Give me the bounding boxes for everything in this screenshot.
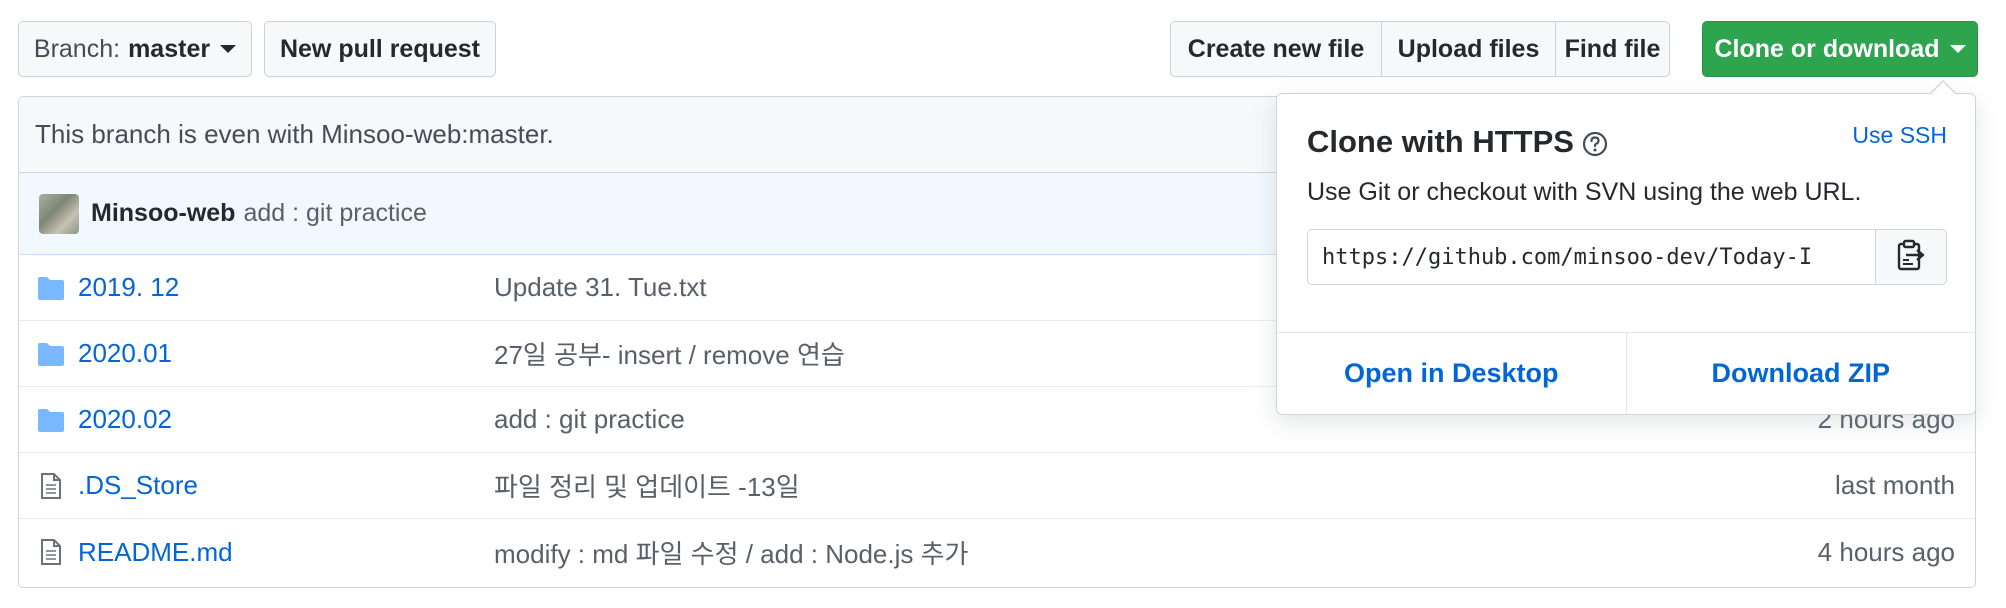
clone-or-download-button[interactable]: Clone or download	[1702, 21, 1978, 77]
clone-url-group	[1307, 229, 1947, 285]
download-zip-button[interactable]: Download ZIP	[1627, 333, 1976, 414]
open-in-desktop-button[interactable]: Open in Desktop	[1277, 333, 1627, 414]
create-new-file-button[interactable]: Create new file	[1171, 22, 1382, 76]
find-file-button[interactable]: Find file	[1556, 22, 1669, 76]
clone-description: Use Git or checkout with SVN using the w…	[1307, 178, 1862, 206]
commit-message-link[interactable]: modify : md 파일 수정 / add : Node.js 추가	[494, 534, 968, 571]
file-name-link[interactable]: 2020.01	[78, 338, 172, 369]
upload-files-button[interactable]: Upload files	[1382, 22, 1556, 76]
file-name-link[interactable]: 2020.02	[78, 404, 172, 435]
file-icon	[37, 539, 65, 565]
folder-icon	[37, 407, 65, 433]
clone-url-input[interactable]	[1307, 229, 1875, 285]
commit-message-link[interactable]: Update 31. Tue.txt	[494, 272, 706, 303]
clone-dropdown-title: Clone with HTTPS	[1307, 124, 1608, 160]
commit-message[interactable]: add : git practice	[243, 199, 426, 228]
file-name-link[interactable]: README.md	[78, 537, 233, 568]
use-ssh-link[interactable]: Use SSH	[1852, 122, 1947, 149]
file-icon	[37, 473, 65, 499]
clone-dropdown-footer: Open in Desktop Download ZIP	[1277, 332, 1975, 414]
branch-label: Branch:	[33, 34, 121, 63]
commit-message-link[interactable]: 27일 공부- insert / remove 연습	[494, 335, 845, 372]
commit-author[interactable]: Minsoo-web	[91, 199, 235, 228]
branch-status-text: This branch is even with Minsoo-web:mast…	[35, 119, 554, 149]
branch-select-button[interactable]: Branch: master	[18, 21, 252, 77]
folder-icon	[37, 341, 65, 367]
commit-message-link[interactable]: 파일 정리 및 업데이트 -13일	[494, 467, 800, 504]
commit-age: last month	[1835, 470, 1955, 500]
branch-name: master	[128, 34, 211, 63]
folder-icon	[37, 275, 65, 301]
file-actions-group: Create new file Upload files Find file	[1170, 21, 1670, 77]
clone-dropdown: Clone with HTTPS Use SSH Use Git or chec…	[1276, 80, 1976, 415]
caret-down-icon	[220, 45, 237, 53]
clone-or-download-label: Clone or download	[1714, 34, 1940, 63]
commit-age: 4 hours ago	[1817, 536, 1955, 567]
clone-title-text: Clone with HTTPS	[1307, 124, 1574, 159]
file-name-link[interactable]: 2019. 12	[78, 272, 179, 303]
copy-url-button[interactable]	[1875, 229, 1947, 285]
clipboard-icon	[1896, 239, 1926, 276]
new-pull-request-button[interactable]: New pull request	[264, 21, 496, 77]
commit-message-link[interactable]: add : git practice	[494, 404, 685, 435]
file-name-link[interactable]: .DS_Store	[78, 470, 198, 501]
avatar[interactable]	[39, 193, 79, 234]
question-circle-icon[interactable]	[1582, 129, 1608, 157]
table-row: .DS_Store 파일 정리 및 업데이트 -13일 last month	[19, 453, 1975, 519]
caret-down-icon	[1949, 45, 1966, 53]
table-row: README.md modify : md 파일 수정 / add : Node…	[19, 519, 1975, 585]
